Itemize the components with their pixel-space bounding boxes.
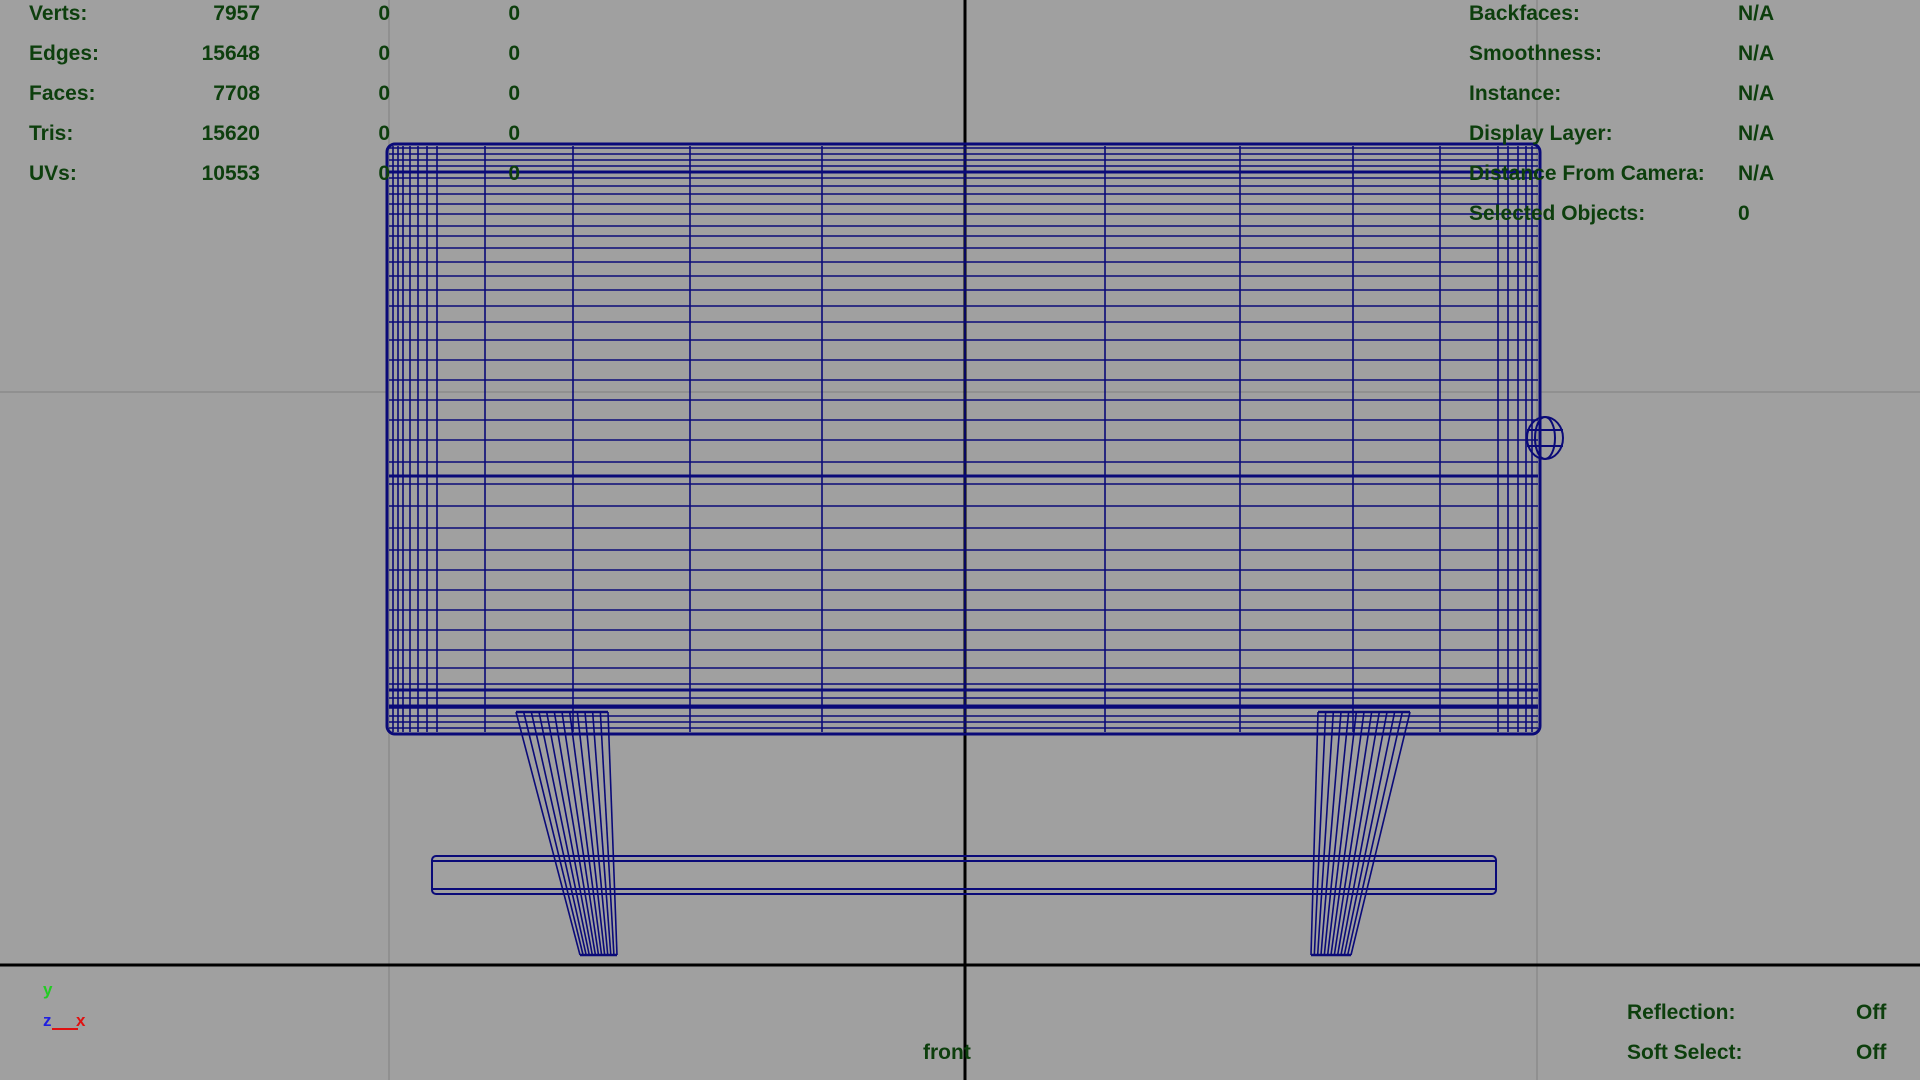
hud-selected: 0 <box>378 42 390 65</box>
hud-label: UVs: <box>29 162 77 185</box>
hud-label-backfaces: Backfaces: <box>1469 2 1580 25</box>
hud-label-display-layer: Display Layer: <box>1469 122 1613 145</box>
viewport-front[interactable]: Verts: 7957 0 0 Edges: 15648 0 0 Faces: … <box>0 0 1920 1080</box>
leg-right-wireframe[interactable] <box>1310 710 1411 957</box>
wire-edge <box>530 711 587 956</box>
hud-component: 0 <box>508 122 520 145</box>
hud-value-selected-objects: 0 <box>1738 202 1750 225</box>
hud-selected: 0 <box>378 82 390 105</box>
wire-edge <box>515 711 581 956</box>
hud-selected: 0 <box>378 2 390 25</box>
hud-value-soft-select: Off <box>1856 1041 1887 1064</box>
hud-total: 10553 <box>201 162 260 185</box>
hud-total: 15620 <box>201 122 260 145</box>
hud-component: 0 <box>508 82 520 105</box>
axis-z-label: z <box>43 1011 52 1030</box>
hud-selected: 0 <box>378 162 390 185</box>
hud-total: 7957 <box>213 2 260 25</box>
hud-label-smoothness: Smoothness: <box>1469 42 1603 65</box>
hud-value-distance-from-camera: N/A <box>1738 162 1775 185</box>
hud-label-distance-from-camera: Distance From Camera: <box>1469 162 1705 185</box>
hud-component: 0 <box>508 162 520 185</box>
hud-value-smoothness: N/A <box>1738 42 1775 65</box>
hud-component: 0 <box>508 42 520 65</box>
hud-label: Faces: <box>29 82 96 105</box>
hud-value-instance: N/A <box>1738 82 1775 105</box>
wire-edge <box>1310 711 1319 956</box>
camera-name-label: front <box>923 1041 971 1064</box>
leg-left-wireframe[interactable] <box>515 710 618 957</box>
hud-value-reflection: Off <box>1856 1001 1887 1024</box>
hud-label-selected-objects: Selected Objects: <box>1469 202 1646 225</box>
hud-label-reflection: Reflection: <box>1627 1001 1736 1024</box>
hud-component: 0 <box>508 2 520 25</box>
axis-x-line <box>52 1028 78 1030</box>
wire-edge <box>561 711 600 956</box>
wire-edge <box>1346 711 1404 956</box>
hud-label: Verts: <box>29 2 88 25</box>
hud-label-soft-select: Soft Select: <box>1627 1041 1743 1064</box>
axis-y-label: y <box>43 980 53 999</box>
hud-total: 15648 <box>201 42 260 65</box>
hud-value-display-layer: N/A <box>1738 122 1775 145</box>
hud-label-instance: Instance: <box>1469 82 1562 105</box>
hud-selected: 0 <box>378 122 390 145</box>
hud-label: Tris: <box>29 122 74 145</box>
wire-edge <box>1333 711 1373 956</box>
hud-value-backfaces: N/A <box>1738 2 1775 25</box>
hud-total: 7708 <box>213 82 260 105</box>
hud-label: Edges: <box>29 42 100 65</box>
